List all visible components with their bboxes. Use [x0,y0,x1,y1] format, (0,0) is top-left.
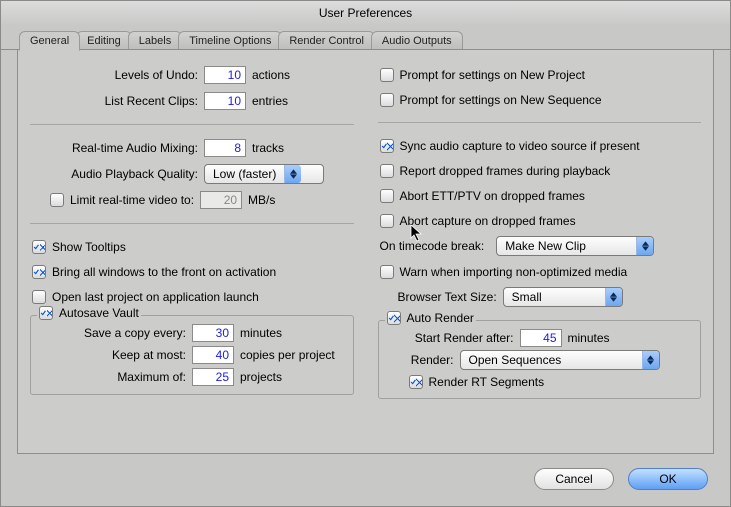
limit-checkbox[interactable] [50,193,64,207]
cancel-button[interactable]: Cancel [534,468,614,490]
undo-unit: actions [246,68,290,82]
quality-value: Low (faster) [213,167,276,181]
tab-render-control[interactable]: Render Control [278,31,375,50]
tab-editing[interactable]: Editing [76,31,132,50]
prompt-sequence-checkbox[interactable] [380,93,394,107]
abort-capture-label: Abort capture on dropped frames [400,214,576,228]
limit-input [200,191,242,209]
window-title: User Preferences [1,1,730,28]
tab-audio-outputs[interactable]: Audio Outputs [371,31,463,50]
recent-clips-input[interactable] [204,92,246,110]
render-rt-label: Render RT Segments [429,375,545,389]
render-value: Open Sequences [469,353,562,367]
timecode-select[interactable]: Make New Clip [496,236,654,256]
max-unit: projects [234,370,282,384]
quality-label: Audio Playback Quality: [24,167,204,181]
sync-audio-label: Sync audio capture to video source if pr… [400,139,640,153]
report-dropped-checkbox[interactable] [380,164,394,178]
abort-capture-checkbox[interactable] [380,214,394,228]
timecode-label: On timecode break: [380,239,491,253]
bring-front-checkbox[interactable] [32,265,46,279]
autorender-checkbox[interactable] [387,311,401,325]
mixing-unit: tracks [246,141,284,155]
start-render-unit: minutes [562,331,610,345]
divider [378,122,702,123]
autosave-title: Autosave Vault [59,306,139,320]
dropdown-arrows-icon [284,165,301,183]
mixing-input[interactable] [204,139,246,157]
keep-unit: copies per project [234,348,335,362]
dropdown-arrows-icon [636,237,653,255]
limit-label: Limit real-time video to: [70,193,200,207]
recent-unit: entries [246,94,288,108]
browser-text-label: Browser Text Size: [398,290,503,304]
render-label: Render: [385,353,460,367]
save-every-label: Save a copy every: [37,326,192,340]
general-panel: Levels of Undo: actions List Recent Clip… [17,50,714,454]
undo-input[interactable] [204,66,246,84]
tooltips-checkbox[interactable] [32,240,46,254]
limit-unit: MB/s [242,193,275,207]
warn-import-checkbox[interactable] [380,265,394,279]
tab-labels[interactable]: Labels [128,31,182,50]
ok-button[interactable]: OK [628,468,708,490]
autorender-group: Auto Render Start Render after: minutes … [378,320,702,399]
report-dropped-label: Report dropped frames during playback [400,164,611,178]
preferences-window: User Preferences General Editing Labels … [0,0,731,507]
left-column: Levels of Undo: actions List Recent Clip… [24,64,360,449]
quality-select[interactable]: Low (faster) [204,164,324,184]
dialog-footer: Cancel OK [1,454,730,506]
abort-ett-checkbox[interactable] [380,189,394,203]
browser-text-value: Small [512,290,542,304]
mixing-label: Real-time Audio Mixing: [24,141,204,155]
warn-import-label: Warn when importing non-optimized media [400,265,628,279]
recent-clips-label: List Recent Clips: [24,94,204,108]
prompt-sequence-label: Prompt for settings on New Sequence [400,93,602,107]
divider [30,124,354,125]
keep-input[interactable] [192,346,234,364]
save-every-unit: minutes [234,326,282,340]
divider [30,223,354,224]
bring-front-label: Bring all windows to the front on activa… [52,265,276,279]
render-select[interactable]: Open Sequences [460,350,660,370]
timecode-value: Make New Clip [505,239,586,253]
autosave-checkbox[interactable] [39,306,53,320]
start-render-input[interactable] [520,329,562,347]
prompt-project-label: Prompt for settings on New Project [400,68,585,82]
autorender-title: Auto Render [407,311,474,325]
tab-timeline-options[interactable]: Timeline Options [178,31,282,50]
dropdown-arrows-icon [605,288,622,306]
tabstrip: General Editing Labels Timeline Options … [1,28,730,50]
prompt-project-checkbox[interactable] [380,68,394,82]
sync-audio-checkbox[interactable] [380,139,394,153]
render-rt-checkbox[interactable] [409,375,423,389]
tooltips-label: Show Tooltips [52,240,126,254]
browser-text-select[interactable]: Small [503,287,623,307]
open-last-checkbox[interactable] [32,290,46,304]
tab-general[interactable]: General [19,31,80,51]
dropdown-arrows-icon [642,351,659,369]
abort-ett-label: Abort ETT/PTV on dropped frames [400,189,585,203]
max-input[interactable] [192,368,234,386]
open-last-label: Open last project on application launch [52,290,259,304]
start-render-label: Start Render after: [385,331,520,345]
keep-label: Keep at most: [37,348,192,362]
undo-label: Levels of Undo: [24,68,204,82]
max-label: Maximum of: [37,370,192,384]
right-column: Prompt for settings on New Project Promp… [372,64,708,449]
save-every-input[interactable] [192,324,234,342]
autosave-group: Autosave Vault Save a copy every: minute… [30,315,354,395]
